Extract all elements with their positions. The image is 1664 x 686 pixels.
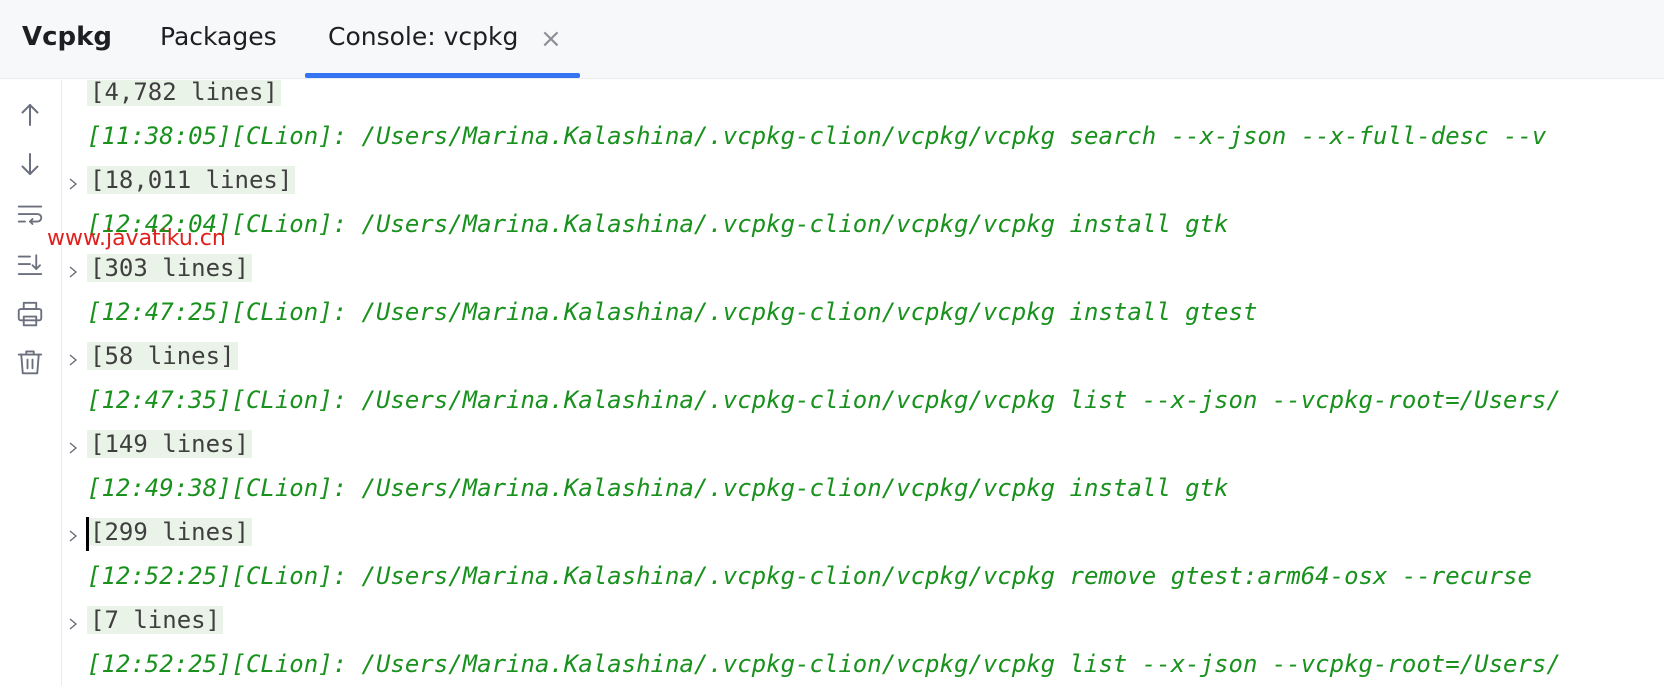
tab-console-vcpkg[interactable]: Console: vcpkg <box>328 22 518 51</box>
folded-output-line[interactable]: [303 lines] <box>87 248 252 288</box>
folded-output-line[interactable]: [58 lines] <box>87 336 238 376</box>
arrow-down-icon[interactable] <box>12 146 48 182</box>
text-caret <box>86 517 89 551</box>
folded-lines-label[interactable]: [58 lines] <box>87 342 238 370</box>
folded-lines-label[interactable]: [4,782 lines] <box>87 80 281 106</box>
scroll-to-end-icon[interactable] <box>12 246 48 282</box>
console-output[interactable]: [4,782 lines] [11:38:05][CLion]: /Users/M… <box>62 80 1664 686</box>
command-line: [11:38:05][CLion]: /Users/Marina.Kalashi… <box>87 116 1546 156</box>
command-text: [12:52:25][CLion]: /Users/Marina.Kalashi… <box>87 562 1532 590</box>
command-line: [12:47:35][CLion]: /Users/Marina.Kalashi… <box>87 380 1561 420</box>
arrow-up-icon[interactable] <box>12 97 48 133</box>
expand-chevron-icon[interactable] <box>66 617 80 631</box>
command-text: [12:47:25][CLion]: /Users/Marina.Kalashi… <box>87 298 1258 326</box>
folded-output-line[interactable]: [4,782 lines] <box>87 80 281 112</box>
folded-lines-label[interactable]: [303 lines] <box>87 254 252 282</box>
folded-lines-label[interactable]: [18,011 lines] <box>87 166 296 194</box>
command-line: [12:49:38][CLion]: /Users/Marina.Kalashi… <box>87 468 1229 508</box>
command-text: [11:38:05][CLion]: /Users/Marina.Kalashi… <box>87 122 1547 150</box>
active-tab-indicator <box>305 73 580 78</box>
folded-output-line[interactable]: [149 lines] <box>87 424 252 464</box>
command-line: [12:47:25][CLion]: /Users/Marina.Kalashi… <box>87 292 1257 332</box>
expand-chevron-icon[interactable] <box>66 177 80 191</box>
soft-wrap-icon[interactable] <box>12 196 48 232</box>
command-line: [12:42:04][CLion]: /Users/Marina.Kalashi… <box>87 204 1229 244</box>
folded-lines-label[interactable]: [299 lines] <box>87 518 252 546</box>
tool-window-title: Vcpkg <box>22 22 113 52</box>
expand-chevron-icon[interactable] <box>66 353 80 367</box>
folded-output-line[interactable]: [299 lines] <box>87 512 252 552</box>
command-text: [12:52:25][CLion]: /Users/Marina.Kalashi… <box>87 650 1561 678</box>
tab-packages[interactable]: Packages <box>160 22 277 51</box>
folded-lines-label[interactable]: [149 lines] <box>87 430 252 458</box>
command-line: [12:52:25][CLion]: /Users/Marina.Kalashi… <box>87 644 1561 684</box>
close-tab-icon[interactable]: × <box>540 24 562 54</box>
command-text: [12:47:35][CLion]: /Users/Marina.Kalashi… <box>87 386 1561 414</box>
trash-icon[interactable] <box>12 344 48 380</box>
expand-chevron-icon[interactable] <box>66 529 80 543</box>
command-text: [12:42:04][CLion]: /Users/Marina.Kalashi… <box>87 210 1229 238</box>
expand-chevron-icon[interactable] <box>66 441 80 455</box>
expand-chevron-icon[interactable] <box>66 265 80 279</box>
console-toolbar <box>0 80 62 686</box>
command-text: [12:49:38][CLion]: /Users/Marina.Kalashi… <box>87 474 1229 502</box>
folded-output-line[interactable]: [7 lines] <box>87 600 224 640</box>
tool-window-header: Vcpkg Packages Console: vcpkg × <box>0 0 1664 79</box>
print-icon[interactable] <box>12 296 48 332</box>
folded-output-line[interactable]: [18,011 lines] <box>87 160 296 200</box>
folded-lines-label[interactable]: [7 lines] <box>87 606 224 634</box>
command-line: [12:52:25][CLion]: /Users/Marina.Kalashi… <box>87 556 1532 596</box>
